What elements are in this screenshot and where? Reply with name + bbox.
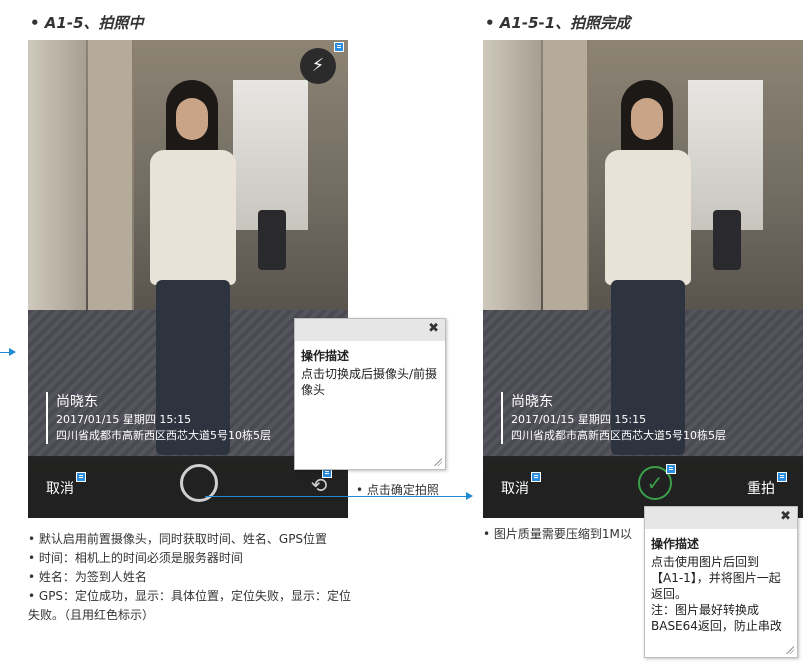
- caption-name: 尚晓东: [56, 394, 98, 410]
- list-item: 失败。（且用红色标示）: [28, 608, 155, 622]
- operation-note-left: ✖ 操作描述 点击切换成后摄像头/前摄像头: [294, 318, 446, 470]
- note-header: ✖: [295, 319, 445, 341]
- resize-grip-icon[interactable]: [786, 646, 794, 654]
- photo-result-screen: 尚晓东 2017/01/15 星期四 15:15 四川省成都市高新西区西芯大道5…: [483, 40, 803, 518]
- note-body: 点击使用图片后回到 【A1-1】，并将图片一起 返回。 注：图片最好转换成 BA…: [651, 555, 782, 633]
- note-badge-icon[interactable]: [334, 42, 344, 52]
- shutter-connector-arrow: [466, 492, 473, 500]
- photo-watermark-caption: 尚晓东 2017/01/15 星期四 15:15 四川省成都市高新西区西芯大道5…: [46, 392, 271, 444]
- list-item: • GPS：定位成功，显示：具体位置，定位失败，显示：定位: [28, 589, 352, 603]
- right-notes-item: • 图片质量需要压缩到1M以: [483, 527, 632, 541]
- incoming-arrow-head: [9, 348, 16, 356]
- cancel-button[interactable]: 取消: [501, 478, 529, 498]
- caption-address: 四川省成都市高新西区西芯大道5号10栋5层: [511, 429, 726, 442]
- right-screen-title: • A1-5-1、拍照完成: [485, 14, 631, 32]
- note-header: ✖: [645, 507, 797, 529]
- photo-watermark-caption: 尚晓东 2017/01/15 星期四 15:15 四川省成都市高新西区西芯大道5…: [501, 392, 726, 444]
- shutter-hint: • 点击确定拍照: [356, 483, 439, 497]
- resize-grip-icon[interactable]: [434, 458, 442, 466]
- cancel-button[interactable]: 取消: [46, 478, 74, 498]
- left-screen-title: • A1-5、拍照中: [30, 14, 144, 32]
- caption-datetime: 2017/01/15 星期四 15:15: [511, 413, 647, 426]
- caption-name: 尚晓东: [511, 394, 553, 410]
- retake-button[interactable]: 重拍: [747, 478, 775, 498]
- note-badge-icon[interactable]: [76, 472, 86, 482]
- close-icon[interactable]: ✖: [780, 509, 791, 524]
- note-body: 点击切换成后摄像头/前摄像头: [301, 367, 438, 397]
- list-item: • 默认启用前置摄像头，同时获取时间、姓名、GPS位置: [28, 532, 328, 546]
- caption-address: 四川省成都市高新西区西芯大道5号10栋5层: [56, 429, 271, 442]
- list-item: • 姓名：为签到人姓名: [28, 570, 147, 584]
- note-badge-icon[interactable]: [777, 472, 787, 482]
- left-notes-list: • 默认启用前置摄像头，同时获取时间、姓名、GPS位置 • 时间：相机上的时间必…: [28, 530, 368, 625]
- note-badge-icon[interactable]: [666, 464, 676, 474]
- note-title: 操作描述: [301, 349, 350, 363]
- operation-note-right: ✖ 操作描述 点击使用图片后回到 【A1-1】，并将图片一起 返回。 注：图片最…: [644, 506, 798, 658]
- close-icon[interactable]: ✖: [428, 321, 439, 336]
- note-title: 操作描述: [651, 537, 700, 551]
- list-item: • 时间：相机上的时间必须是服务器时间: [28, 551, 243, 565]
- note-badge-icon[interactable]: [531, 472, 541, 482]
- caption-datetime: 2017/01/15 星期四 15:15: [56, 413, 192, 426]
- background-chair: [258, 210, 286, 270]
- flash-icon[interactable]: ⚡: [300, 48, 336, 84]
